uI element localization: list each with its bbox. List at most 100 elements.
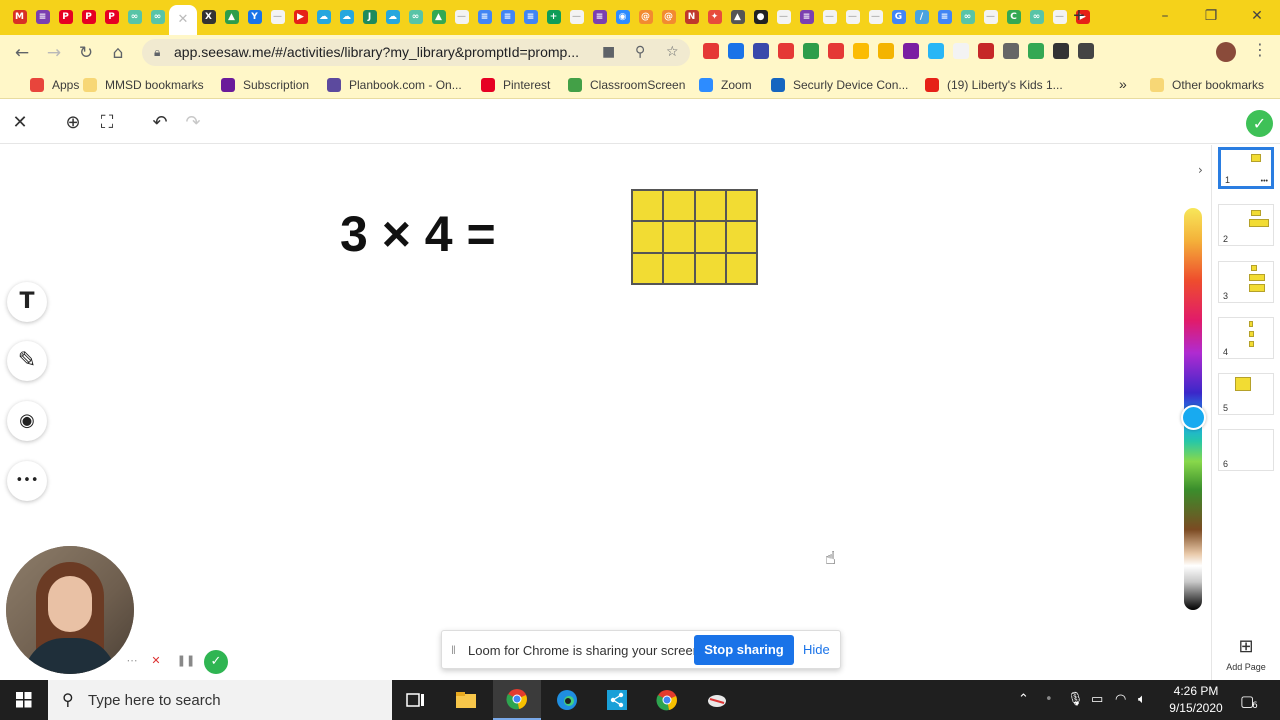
browser-tab[interactable]: C bbox=[1002, 5, 1025, 29]
browser-tab[interactable]: M bbox=[8, 5, 31, 29]
browser-tab[interactable]: X bbox=[197, 5, 220, 29]
loom-finish-icon[interactable]: ✓ bbox=[204, 650, 228, 674]
minimize-button[interactable]: – bbox=[1142, 0, 1188, 32]
snip-tool-taskbar-button[interactable] bbox=[693, 680, 741, 720]
browser-tab[interactable]: ☁ bbox=[335, 5, 358, 29]
browser-tab[interactable]: @ bbox=[634, 5, 657, 29]
close-icon[interactable]: ✕ bbox=[8, 111, 32, 135]
loom-pause-icon[interactable]: ❚❚ bbox=[176, 651, 196, 671]
undo-icon[interactable]: ↶ bbox=[148, 111, 172, 135]
loom-cancel-icon[interactable]: ✕ bbox=[146, 651, 166, 671]
reload-icon[interactable]: ↻ bbox=[74, 41, 98, 65]
bookmark-star-icon[interactable]: ☆ bbox=[666, 44, 679, 60]
volume-icon[interactable]: 🔈︎ bbox=[1138, 692, 1146, 707]
search-placeholder[interactable]: Type here to search bbox=[88, 692, 221, 709]
browser-tab[interactable]: ▲ bbox=[726, 5, 749, 29]
browser-tab[interactable]: — bbox=[864, 5, 887, 29]
wifi-icon[interactable]: ◠ bbox=[1115, 692, 1126, 707]
drag-grip-icon[interactable]: ‖ bbox=[451, 643, 456, 657]
bookmark-subscription[interactable]: Subscription bbox=[221, 76, 309, 94]
taskbar-search[interactable]: ⚲ Type here to search bbox=[48, 680, 392, 720]
webcam-bubble[interactable] bbox=[6, 546, 134, 674]
browser-tab[interactable]: ≡ bbox=[473, 5, 496, 29]
page-thumb[interactable]: 6 bbox=[1218, 429, 1274, 471]
extension-icon[interactable] bbox=[878, 43, 894, 59]
browser-tab[interactable]: G bbox=[887, 5, 910, 29]
fullscreen-icon[interactable]: ⛶ bbox=[95, 111, 119, 135]
browser-tab[interactable]: ☁ bbox=[381, 5, 404, 29]
chevron-right-icon[interactable]: › bbox=[1198, 163, 1203, 177]
browser-tab[interactable]: — bbox=[979, 5, 1002, 29]
page-thumb[interactable]: 3 bbox=[1218, 261, 1274, 303]
battery-icon[interactable]: ▭ bbox=[1091, 692, 1103, 707]
browser-tab[interactable]: — bbox=[450, 5, 473, 29]
browser-tab[interactable]: — bbox=[565, 5, 588, 29]
bookmark-zoom[interactable]: Zoom bbox=[699, 76, 752, 94]
chrome-profile-taskbar-button[interactable] bbox=[643, 680, 691, 720]
done-check-button[interactable]: ✓ bbox=[1246, 110, 1273, 137]
home-icon[interactable]: ⌂ bbox=[106, 41, 130, 65]
bookmark-mmsd[interactable]: MMSD bookmarks bbox=[83, 76, 204, 94]
pen-tool-button[interactable]: ✎ bbox=[7, 341, 47, 381]
bookmark-securly[interactable]: Securly Device Con... bbox=[771, 76, 908, 94]
text-tool-button[interactable]: T bbox=[7, 282, 47, 322]
extension-icon[interactable] bbox=[828, 43, 844, 59]
browser-tab[interactable]: ∞ bbox=[146, 5, 169, 29]
bookmark-pinterest[interactable]: Pinterest bbox=[481, 76, 550, 94]
new-tab-button[interactable]: + bbox=[1068, 5, 1090, 27]
tray-app-icon[interactable]: • bbox=[1045, 692, 1053, 707]
more-bookmarks-chevron[interactable]: » bbox=[1119, 76, 1127, 92]
browser-tab[interactable]: @ bbox=[657, 5, 680, 29]
start-button[interactable] bbox=[0, 680, 48, 720]
chrome-taskbar-button[interactable] bbox=[493, 680, 541, 720]
browser-tab[interactable]: ☁ bbox=[312, 5, 335, 29]
chrome-menu-icon[interactable]: ⋮ bbox=[1252, 40, 1268, 59]
extension-icon[interactable] bbox=[703, 43, 719, 59]
address-bar[interactable]: 🔒︎ app.seesaw.me/#/activities/library?my… bbox=[142, 39, 690, 66]
extension-icon[interactable] bbox=[1028, 43, 1044, 59]
extension-icon[interactable] bbox=[753, 43, 769, 59]
camera-tool-button[interactable]: ◉ bbox=[7, 401, 47, 441]
page-thumb[interactable]: 4 bbox=[1218, 317, 1274, 359]
extension-icon[interactable] bbox=[1053, 43, 1069, 59]
bookmark-classroomscreen[interactable]: ClassroomScreen bbox=[568, 76, 685, 94]
browser-tab[interactable]: ▲ bbox=[220, 5, 243, 29]
browser-tab[interactable]: + bbox=[542, 5, 565, 29]
browser-tab[interactable]: — bbox=[772, 5, 795, 29]
address-url[interactable]: app.seesaw.me/#/activities/library?my_li… bbox=[174, 44, 579, 60]
profile-avatar[interactable] bbox=[1216, 42, 1236, 62]
extension-icon[interactable] bbox=[778, 43, 794, 59]
browser-tab[interactable]: — bbox=[818, 5, 841, 29]
browser-tab[interactable]: ▶ bbox=[289, 5, 312, 29]
extension-icon[interactable] bbox=[1078, 43, 1094, 59]
browser-tab[interactable]: ∞ bbox=[956, 5, 979, 29]
extension-icon[interactable] bbox=[803, 43, 819, 59]
bookmark-liberty-kids[interactable]: (19) Liberty's Kids 1... bbox=[925, 76, 1063, 94]
extension-icon[interactable] bbox=[928, 43, 944, 59]
tab-active[interactable]: ✕ bbox=[169, 5, 197, 35]
browser-tab[interactable]: ≡ bbox=[31, 5, 54, 29]
browser-tab[interactable]: ▲ bbox=[427, 5, 450, 29]
extension-icon[interactable] bbox=[903, 43, 919, 59]
page-more-icon[interactable]: ••• bbox=[1261, 178, 1268, 185]
browser-tab[interactable]: ✦ bbox=[703, 5, 726, 29]
browser-tab[interactable]: ≡ bbox=[795, 5, 818, 29]
browser-tab[interactable]: ◉ bbox=[611, 5, 634, 29]
equation-text[interactable]: 3 × 4 = bbox=[340, 205, 496, 263]
extension-icon[interactable] bbox=[728, 43, 744, 59]
browser-tab[interactable]: P bbox=[54, 5, 77, 29]
bookmark-other[interactable]: Other bookmarks bbox=[1150, 76, 1264, 94]
extension-icon[interactable] bbox=[1003, 43, 1019, 59]
browser-tab[interactable]: ≡ bbox=[588, 5, 611, 29]
task-view-button[interactable] bbox=[392, 680, 440, 720]
page-thumb[interactable]: 1 ••• bbox=[1218, 147, 1274, 189]
browser-tab[interactable]: — bbox=[841, 5, 864, 29]
bookmark-planbook[interactable]: Planbook.com - On... bbox=[327, 76, 462, 94]
browser-tab[interactable]: P bbox=[100, 5, 123, 29]
file-explorer-button[interactable] bbox=[442, 680, 490, 720]
microphone-icon[interactable]: 🎙︎ bbox=[1067, 692, 1084, 707]
browser-tab[interactable]: ≡ bbox=[519, 5, 542, 29]
zoom-in-icon[interactable]: ⊕ bbox=[61, 111, 85, 135]
bookmark-apps[interactable]: Apps bbox=[30, 76, 79, 94]
page-thumb[interactable]: 2 bbox=[1218, 204, 1274, 246]
